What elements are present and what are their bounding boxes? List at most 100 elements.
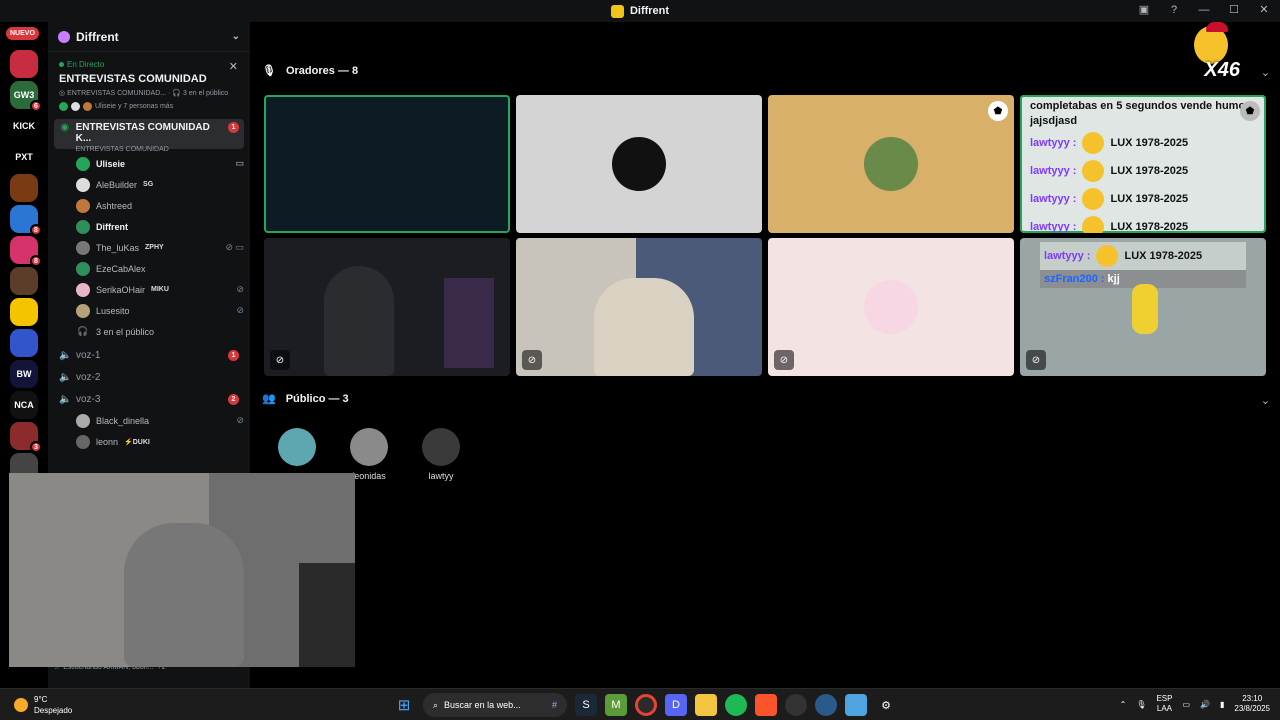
voice-member[interactable]: EzeCabAlex — [76, 258, 244, 279]
voice-state-icon: ⊘ — [236, 284, 244, 294]
character-figure — [1132, 284, 1158, 334]
display-icon[interactable]: ▭ — [1182, 700, 1190, 709]
chevron-down-icon[interactable]: ⌄ — [232, 31, 240, 42]
server-icon[interactable]: 8 — [10, 205, 42, 236]
person-figure — [594, 278, 694, 376]
brave-icon[interactable] — [755, 694, 777, 716]
speaker-tile[interactable] — [264, 95, 510, 233]
search-icon: ⌕ — [433, 699, 439, 710]
voice-member[interactable]: Black_dinella ⊘ — [76, 410, 244, 431]
voice-member[interactable]: Uliseie ▭ — [76, 153, 244, 174]
speaker-tile[interactable]: ⬟ — [768, 95, 1014, 233]
chevron-down-icon[interactable]: ⌄ — [1261, 66, 1270, 79]
server-icon[interactable]: PXT — [10, 143, 38, 171]
chrome-icon[interactable] — [635, 694, 657, 716]
chevron-down-icon[interactable]: ⌄ — [1261, 394, 1270, 407]
server-icon[interactable]: NCA — [10, 391, 38, 419]
audience-member[interactable] — [272, 428, 322, 471]
hashtag-icon: # — [551, 700, 557, 710]
speaker-icon: 🔈 — [59, 393, 72, 405]
battery-icon[interactable]: ▮ — [1220, 700, 1224, 709]
voice-member[interactable]: The_luKas ZPHY ⊘ ▭ — [76, 237, 244, 258]
window-title-text: Diffrent — [629, 5, 670, 17]
obs-icon[interactable] — [785, 694, 807, 716]
avatar — [76, 240, 90, 255]
voice-member[interactable]: AleBuilder SG — [76, 174, 244, 195]
server-icon[interactable] — [10, 174, 38, 202]
speaker-tile[interactable] — [516, 95, 762, 233]
microphone-icon: 🎙 — [262, 65, 276, 77]
speakers-header[interactable]: 🎙 Oradores — 8 — [262, 64, 358, 78]
voice-channel-voz-1[interactable]: 🔈 voz-1 1 — [54, 344, 244, 366]
close-icon[interactable]: ✕ — [229, 60, 238, 73]
audience-count-row[interactable]: 🎧 3 en el público — [76, 321, 244, 342]
steam-icon[interactable]: S — [575, 694, 597, 716]
settings-icon[interactable]: ⚙ — [875, 694, 897, 716]
voice-member[interactable]: Diffrent — [76, 216, 244, 237]
member-name: lawtyy — [428, 471, 454, 481]
moderator-icon: ⬟ — [1240, 101, 1260, 121]
server-icon[interactable] — [10, 298, 38, 326]
avatar — [422, 428, 460, 466]
server-icon[interactable]: KICK — [10, 112, 38, 140]
file-explorer-icon[interactable] — [695, 694, 717, 716]
server-icon[interactable]: GW3 6 — [10, 81, 42, 112]
chevron-up-icon[interactable]: ⌃ — [1120, 700, 1127, 709]
channel-name: ENTREVISTAS COMUNIDAD K... — [75, 122, 210, 144]
voice-channel-voz-3[interactable]: 🔈 voz-3 2 — [54, 388, 244, 410]
microphone-icon[interactable]: 🎙 — [1136, 700, 1146, 709]
weather-icon — [14, 698, 28, 712]
minimize-button[interactable]: — — [1196, 4, 1212, 16]
chat-header-2: jajsdjasd — [1030, 115, 1078, 127]
search-placeholder: Buscar en la web... — [444, 700, 521, 710]
live-sub-channel: ENTREVISTAS COMUNIDAD... — [67, 90, 167, 97]
voice-channel-voz-2[interactable]: 🔈 voz-2 — [54, 366, 244, 388]
channel-stage-active[interactable]: ◉ ENTREVISTAS COMUNIDAD K... ENTREVISTAS… — [54, 119, 244, 153]
server-icon[interactable] — [10, 50, 38, 78]
voice-member[interactable]: Lusesito ⊘ — [76, 300, 244, 321]
member-name: Black_dinella — [96, 415, 150, 426]
help-icon[interactable]: ? — [1166, 4, 1182, 16]
spotify-icon[interactable] — [725, 694, 747, 716]
person-figure — [124, 523, 244, 667]
clock[interactable]: 23:10 23/8/2025 — [1234, 694, 1270, 714]
speaker-tile-stream[interactable]: completabas en 5 segundos vende humo jaj… — [1020, 95, 1266, 233]
audience-header[interactable]: 👥 Público — 3 — [262, 392, 349, 406]
chair — [299, 563, 355, 667]
server-icon[interactable] — [10, 329, 38, 357]
inbox-icon[interactable]: ▣ — [1136, 3, 1152, 16]
channel-name: voz-2 — [76, 371, 101, 383]
server-icon[interactable]: BW — [10, 360, 38, 388]
live-stage-card[interactable]: En Directo ENTREVISTAS COMUNIDAD ◎ ENTRE… — [54, 56, 244, 115]
voice-member[interactable]: leonn ⚡DUKI — [76, 431, 244, 452]
weather-widget[interactable]: 9°C Despejado — [14, 694, 72, 716]
guild-header[interactable]: Diffrent ⌄ — [48, 22, 250, 52]
server-icon[interactable]: 3 — [10, 422, 42, 453]
volume-icon[interactable]: 🔊 — [1200, 700, 1210, 709]
clan-tag: SG — [143, 181, 154, 188]
keyboard-layout: LAA — [1156, 704, 1173, 713]
maximize-button[interactable]: ☐ — [1226, 3, 1242, 16]
avatar — [76, 198, 90, 213]
audience-member[interactable]: lawtyy — [416, 428, 466, 481]
notification-badge: 8 — [30, 224, 42, 236]
server-icon[interactable]: 8 — [10, 236, 42, 267]
voice-member[interactable]: Ashtreed — [76, 195, 244, 216]
speaker-tile-camera[interactable]: ⊘ — [264, 238, 510, 376]
speaker-tile-camera[interactable]: ⊘ — [516, 238, 762, 376]
moderator-icon: ⬟ — [988, 101, 1008, 121]
app-icon[interactable] — [815, 694, 837, 716]
mic-muted-icon: ⊘ — [270, 350, 290, 370]
minecraft-icon[interactable]: M — [605, 694, 627, 716]
voice-member[interactable]: SerikaOHair MIKU ⊘ — [76, 279, 244, 300]
notepad-icon[interactable] — [845, 694, 867, 716]
speaker-tile[interactable]: ⊘ — [768, 238, 1014, 376]
taskbar-search[interactable]: ⌕ Buscar en la web... # — [423, 693, 567, 717]
language-indicator[interactable]: ESP LAA — [1156, 694, 1172, 714]
discord-icon[interactable]: D — [665, 694, 687, 716]
server-icon[interactable] — [10, 267, 38, 295]
close-button[interactable]: ✕ — [1256, 3, 1272, 16]
windows-start-icon[interactable]: ⊞ — [393, 694, 415, 716]
speaker-tile-stream[interactable]: lawtyyy : LUX 1978-2025 szFran200 : kjj … — [1020, 238, 1266, 376]
speaker-icon: 🔈 — [59, 371, 72, 383]
